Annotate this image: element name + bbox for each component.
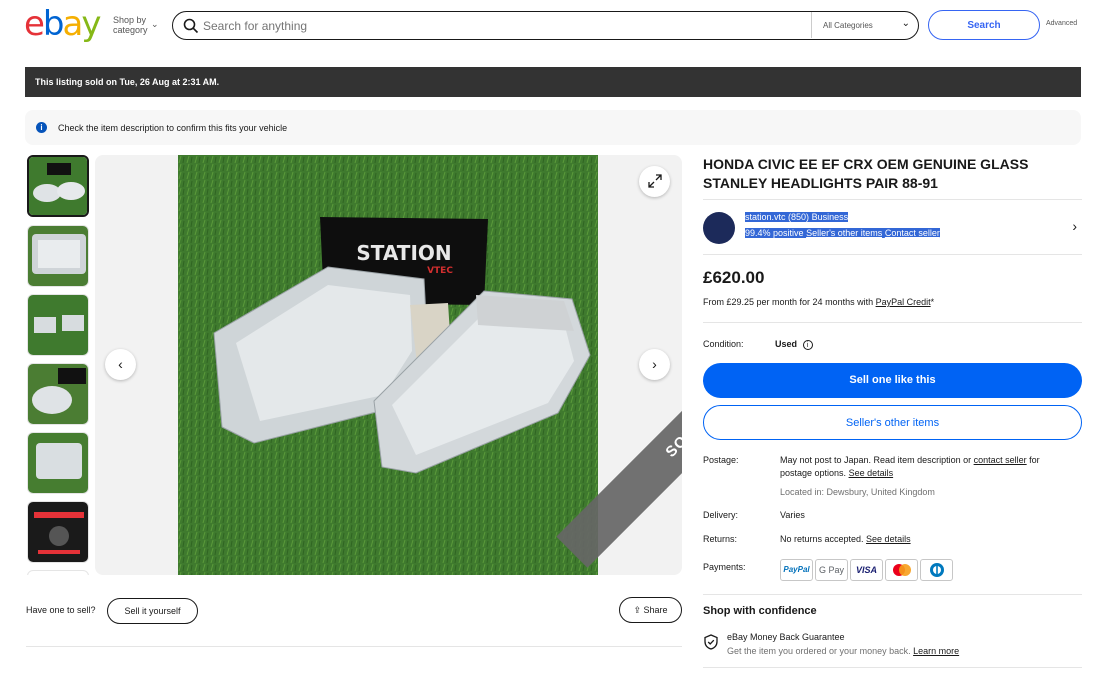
condition-value-text: Used bbox=[775, 339, 798, 349]
expand-icon[interactable] bbox=[639, 166, 670, 197]
chevron-down-icon: ⌄ bbox=[151, 19, 159, 29]
returns-value: No returns accepted. See details bbox=[780, 533, 911, 546]
returns-see-details-link[interactable]: See details bbox=[866, 534, 911, 544]
postage-value: May not post to Japan. Read item descrip… bbox=[780, 454, 1080, 480]
fitment-notice-text: Check the item description to confirm th… bbox=[58, 123, 288, 133]
postage-label: Postage: bbox=[703, 455, 739, 465]
contact-seller-link[interactable]: Contact seller bbox=[884, 228, 940, 238]
search-button[interactable]: Search bbox=[928, 10, 1040, 40]
divider bbox=[26, 646, 682, 647]
have-one-to-sell-text: Have one to sell? bbox=[26, 605, 96, 615]
sold-banner: This listing sold on Tue, 26 Aug at 2:31… bbox=[25, 67, 1081, 97]
sellers-other-items-button[interactable]: Seller's other items bbox=[703, 405, 1082, 440]
logo-letter-b: b bbox=[42, 4, 65, 44]
finance-offer: From £29.25 per month for 24 months with… bbox=[703, 297, 934, 307]
chevron-right-icon: › bbox=[652, 356, 657, 372]
payments-label: Payments: bbox=[703, 562, 746, 572]
photo-sign-line1: STATION bbox=[356, 241, 451, 265]
advanced-search-link[interactable]: Advanced bbox=[1046, 20, 1077, 27]
info-circle-icon[interactable]: i bbox=[802, 340, 813, 350]
thumbnail-6[interactable] bbox=[27, 501, 89, 563]
search-icon bbox=[183, 18, 199, 34]
finance-prefix: From £29.25 per month for 24 months with bbox=[703, 297, 876, 307]
chevron-left-icon: ‹ bbox=[118, 356, 123, 372]
chevron-right-icon[interactable]: › bbox=[1072, 218, 1077, 234]
postage-text1: May not post to Japan. Read item descrip… bbox=[780, 455, 974, 465]
seller-other-items-link[interactable]: Seller's other items bbox=[806, 228, 883, 238]
google-pay-icon: G Pay bbox=[815, 559, 848, 581]
category-select-value: All Categories bbox=[823, 21, 873, 30]
postage-see-details-link[interactable]: See details bbox=[849, 468, 894, 478]
divider bbox=[703, 594, 1082, 595]
guarantee-title: eBay Money Back Guarantee bbox=[727, 632, 845, 642]
sell-it-yourself-button[interactable]: Sell it yourself bbox=[107, 598, 198, 624]
share-button-label: Share bbox=[643, 605, 668, 615]
guarantee-text: Get the item you ordered or your money b… bbox=[727, 646, 914, 656]
headlights-photo: STATION VTEC bbox=[178, 155, 598, 575]
logo-letter-e: e bbox=[24, 4, 45, 44]
money-back-guarantee: eBay Money Back Guarantee Get the item y… bbox=[727, 630, 959, 658]
item-title: HONDA CIVIC EE EF CRX OEM GENUINE GLASS … bbox=[703, 156, 1029, 191]
info-icon: i bbox=[36, 122, 47, 133]
shield-check-icon bbox=[704, 634, 718, 650]
item-location: Located in: Dewsbury, United Kingdom bbox=[780, 487, 935, 497]
paypal-icon: PayPal bbox=[780, 559, 813, 581]
mastercard-icon bbox=[885, 559, 918, 581]
delivery-value: Varies bbox=[780, 510, 805, 520]
delivery-label: Delivery: bbox=[703, 510, 739, 520]
returns-label: Returns: bbox=[703, 534, 738, 544]
thumbnail-4[interactable] bbox=[27, 363, 89, 425]
postage-text3: postage options. bbox=[780, 468, 849, 478]
finance-suffix: * bbox=[930, 297, 935, 307]
condition-value: Used i bbox=[775, 338, 813, 351]
logo-letter-y: y bbox=[81, 4, 101, 44]
search-bar: All Categories ⌄ bbox=[172, 11, 919, 40]
fitment-notice: i Check the item description to confirm … bbox=[25, 110, 1081, 145]
learn-more-link[interactable]: Learn more bbox=[913, 646, 959, 656]
logo-letter-a: a bbox=[62, 4, 84, 44]
seller-name[interactable]: station.vtc bbox=[745, 212, 786, 222]
seller-info[interactable]: station.vtc (850) Business 99.4% positiv… bbox=[703, 207, 1081, 247]
divider bbox=[703, 254, 1082, 255]
seller-type-badge: Business bbox=[811, 212, 849, 222]
seller-feedback-score[interactable]: (850) bbox=[788, 212, 810, 222]
next-image-button[interactable]: › bbox=[639, 349, 670, 380]
share-icon: ⇪ bbox=[633, 605, 641, 615]
shop-by-category-button[interactable]: Shop by category ⌄ bbox=[113, 15, 159, 35]
shop-with-confidence-title: Shop with confidence bbox=[703, 605, 817, 617]
contact-seller-postage-link[interactable]: contact seller bbox=[974, 455, 1027, 465]
divider bbox=[703, 199, 1082, 200]
thumbnail-7[interactable] bbox=[27, 570, 89, 575]
shop-by-line1: Shop by bbox=[113, 15, 147, 25]
shop-by-line2: category bbox=[113, 25, 148, 35]
thumbnail-5[interactable] bbox=[27, 432, 89, 494]
thumbnail-strip bbox=[26, 155, 90, 575]
thumbnail-2[interactable] bbox=[27, 225, 89, 287]
visa-icon: VISA bbox=[850, 559, 883, 581]
sell-one-like-this-button[interactable]: Sell one like this bbox=[703, 363, 1082, 398]
postage-text2: for bbox=[1026, 455, 1040, 465]
condition-label: Condition: bbox=[703, 339, 744, 349]
ebay-logo[interactable]: ebay bbox=[24, 4, 101, 44]
search-input[interactable] bbox=[203, 16, 773, 35]
main-product-image[interactable]: STATION VTEC SOLD ‹ › bbox=[95, 155, 682, 575]
photo-sign-line2: VTEC bbox=[427, 266, 453, 276]
thumbnail-3[interactable] bbox=[27, 294, 89, 356]
seller-positive-feedback: 99.4% positive bbox=[745, 228, 804, 238]
returns-value-text: No returns accepted. bbox=[780, 534, 867, 544]
previous-image-button[interactable]: ‹ bbox=[105, 349, 136, 380]
diners-club-icon bbox=[920, 559, 953, 581]
price: £620.00 bbox=[703, 268, 765, 287]
thumbnail-1[interactable] bbox=[27, 155, 89, 217]
paypal-credit-link[interactable]: PayPal Credit bbox=[876, 297, 931, 307]
divider bbox=[703, 667, 1082, 668]
share-button[interactable]: ⇪ Share bbox=[619, 597, 682, 623]
seller-avatar[interactable] bbox=[703, 212, 735, 244]
category-select[interactable]: All Categories ⌄ bbox=[811, 12, 918, 38]
divider bbox=[703, 322, 1082, 323]
chevron-down-icon: ⌄ bbox=[901, 18, 910, 29]
